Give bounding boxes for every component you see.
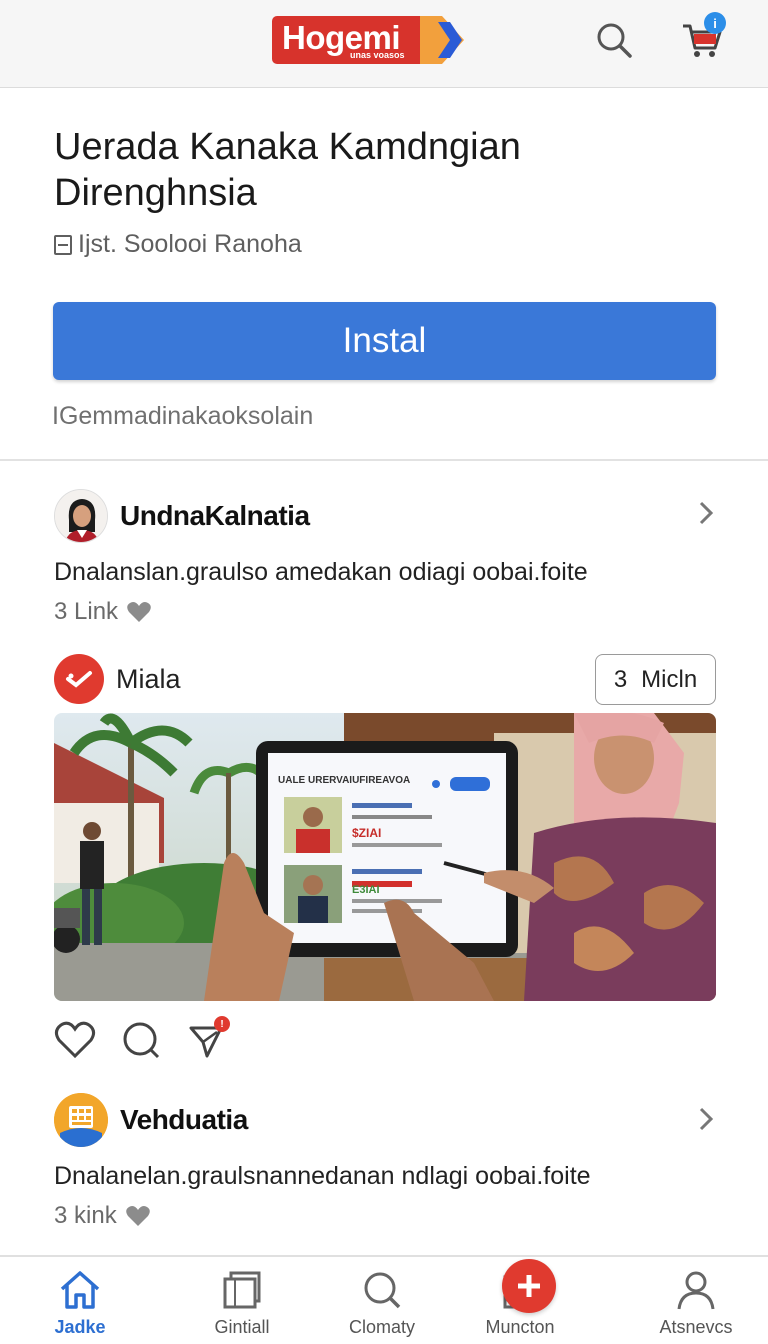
comment-button[interactable]: [120, 1018, 162, 1062]
developer-row[interactable]: Ijst. Soolooi Ranoha: [54, 230, 302, 259]
avatar: [54, 489, 108, 543]
post-meta-text: 3 Link: [54, 598, 119, 625]
post-meta[interactable]: 3 kink: [54, 1202, 151, 1230]
like-button[interactable]: [54, 1018, 96, 1062]
miala-logo: [54, 654, 104, 704]
heart-icon: [125, 1206, 150, 1226]
nav-item-account[interactable]: Atsnevcs: [636, 1269, 756, 1338]
heart-icon: [127, 602, 151, 622]
building-icon: [54, 1093, 108, 1147]
tablet-screen-header: UALE URERVAIUFIREAVOA: [278, 775, 410, 786]
nav-label: Jadke: [54, 1317, 106, 1337]
home-icon: [60, 1271, 100, 1309]
app-title: Uerada Kanaka Kamdngian Direnghnsia: [54, 126, 521, 214]
media-source: Miala: [116, 663, 181, 694]
tablet-screen-line-1: $ZIAI: [352, 826, 381, 840]
person-icon: [677, 1271, 715, 1310]
nav-item-home[interactable]: Jadke: [20, 1269, 140, 1338]
gallery-icon: [223, 1271, 261, 1309]
avatar: [54, 1093, 108, 1147]
nav-label: Gintiall: [214, 1317, 270, 1337]
post-text: Dnalanslan.graulso amedakan odiagi oobai…: [54, 558, 588, 586]
plus-icon: [518, 1275, 540, 1297]
count-label: Micln: [641, 665, 698, 693]
photo-illustration: UALE URERVAIUFIREAVOA $ZIAI E3IAI: [54, 713, 716, 1001]
post-chevron[interactable]: [696, 498, 716, 528]
count-number: 3: [613, 665, 628, 693]
brand-logo[interactable]: Hogemi unas voasos: [272, 16, 464, 66]
cart-badge: i: [704, 12, 726, 34]
media-post-header[interactable]: Miala: [54, 654, 181, 704]
post-meta-text: 3 kink: [54, 1202, 117, 1229]
nav-label: Muncton: [485, 1317, 555, 1337]
post-author: Vehduatia: [120, 1104, 248, 1135]
tablet-screen-line-2: E3IAI: [352, 884, 380, 896]
post-header[interactable]: UndnaKalnatia: [54, 489, 310, 543]
section-divider: [0, 459, 768, 461]
developer-name: Ijst. Soolooi Ranoha: [78, 230, 302, 258]
comment-icon: [123, 1022, 160, 1059]
logo-arrow-icon: [420, 16, 464, 64]
share-notification-dot: !: [214, 1016, 230, 1032]
post-header[interactable]: Vehduatia: [54, 1093, 248, 1147]
logo-subtext: unas voasos: [350, 50, 405, 60]
post-author: UndnaKalnatia: [120, 500, 310, 531]
cart-button[interactable]: i: [680, 12, 726, 62]
post-meta[interactable]: 3 Link: [54, 598, 152, 626]
nav-label: Clomaty: [348, 1317, 415, 1337]
nav-label: Atsnevcs: [659, 1317, 733, 1337]
nav-item-gallery[interactable]: Gintiall: [182, 1269, 302, 1338]
post-chevron[interactable]: [696, 1104, 716, 1134]
share-button[interactable]: !: [186, 1016, 230, 1062]
search-button[interactable]: [592, 18, 636, 62]
chevron-right-icon: [699, 501, 714, 525]
top-bar: Hogemi unas voasos i: [0, 0, 768, 88]
app-note: IGemmadinakaoksolain: [52, 402, 314, 430]
post-photo[interactable]: UALE URERVAIUFIREAVOA $ZIAI E3IAI: [54, 713, 716, 1001]
check-icon: [66, 671, 92, 688]
search-icon: [364, 1272, 401, 1309]
post-actions: !: [54, 1016, 230, 1062]
post-text: Dnalanelan.graulsnannedanan ndlagi oobai…: [54, 1162, 591, 1190]
install-button[interactable]: Instal: [53, 302, 716, 380]
bottom-navigation: Jadke Gintiall Clomaty Muncton Atsnevcs: [0, 1255, 768, 1344]
create-fab-button[interactable]: [502, 1259, 556, 1313]
heart-outline-icon: [54, 1021, 96, 1059]
search-icon: [597, 23, 632, 58]
developer-icon: [54, 234, 72, 255]
person-avatar-icon: [55, 490, 107, 542]
nav-item-search[interactable]: Clomaty: [322, 1269, 442, 1338]
chevron-right-icon: [699, 1107, 714, 1131]
follow-count-button[interactable]: 3 Micln: [595, 654, 716, 705]
